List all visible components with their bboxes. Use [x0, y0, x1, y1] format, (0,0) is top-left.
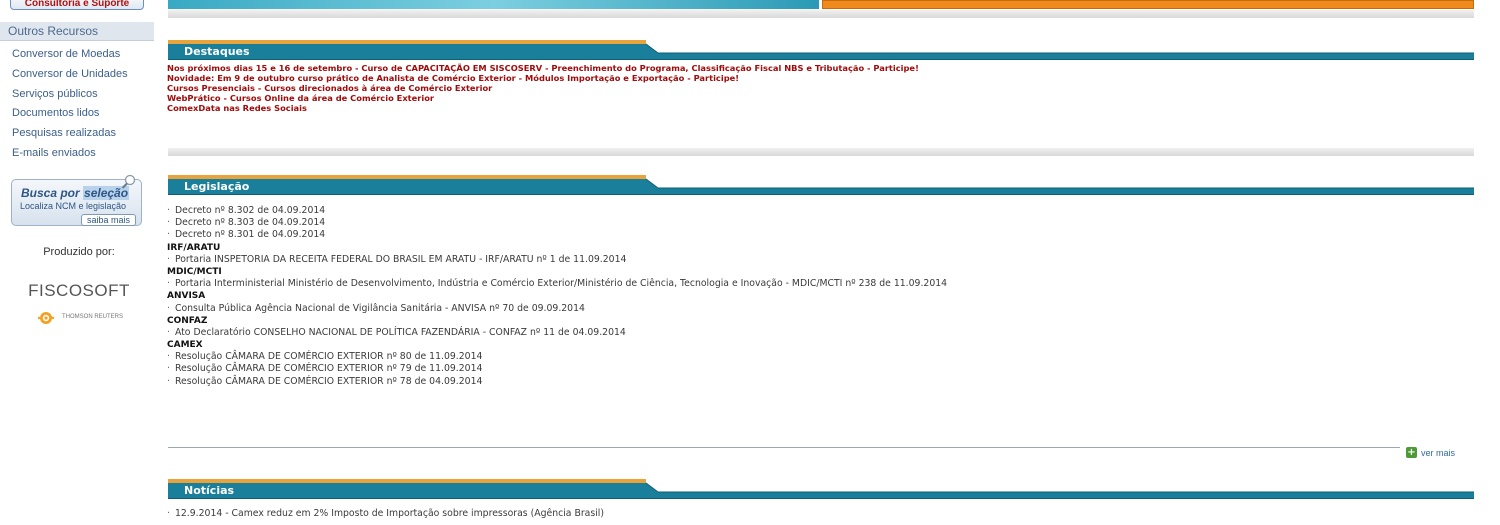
legislation-group-heading: CONFAZ	[167, 315, 208, 326]
news-link[interactable]: · 12.9.2014 - Camex reduz em 2% Imposto d…	[167, 508, 604, 519]
legislation-link[interactable]: · Decreto nº 8.303 de 04.09.2014	[167, 217, 1467, 229]
legislation-link[interactable]: · Consulta Pública Agência Nacional de Vi…	[167, 303, 1467, 315]
resource-link-read-documents[interactable]: Documentos lidos	[12, 104, 128, 124]
thomson-reuters-text: THOMSON REUTERS	[62, 314, 124, 320]
legislacao-separator	[168, 447, 1400, 448]
ver-mais-label: ver mais	[1421, 448, 1456, 458]
resource-link-sent-emails[interactable]: E-mails enviados	[12, 144, 128, 164]
destaque-link[interactable]: Cursos Presenciais - Cursos direcionados…	[167, 83, 919, 93]
busca-subtitle: Localiza NCM e legislação	[20, 201, 127, 211]
noticias-title: Notícias	[184, 484, 235, 497]
banner-right[interactable]	[822, 0, 1474, 9]
resource-link-public-services[interactable]: Serviços públicos	[12, 85, 128, 105]
banner-shadow	[168, 10, 1474, 18]
sidebar: Consultoria e Suporte Outros Recursos Co…	[0, 0, 158, 525]
destaques-title: Destaques	[184, 45, 250, 58]
legislation-group-heading: IRF/ARATU	[167, 242, 221, 253]
produced-by-label: Produzido por:	[43, 246, 115, 258]
fiscosoft-logo: FISCOSOFT	[28, 281, 130, 300]
legislation-link[interactable]: · Portaria INSPETORIA DA RECEITA FEDERAL …	[167, 254, 1467, 266]
saiba-mais-button[interactable]: saiba mais	[80, 214, 136, 226]
destaque-link[interactable]: ComexData nas Redes Sociais	[167, 103, 919, 113]
thomson-reuters-icon	[37, 312, 55, 324]
busca-title: Busca por seleção	[21, 186, 130, 200]
legislation-link[interactable]: · Decreto nº 8.301 de 04.09.2014	[167, 229, 1467, 241]
destaques-shadow	[168, 148, 1474, 156]
legislacao-list: · Decreto nº 8.302 de 04.09.2014 · Decreto…	[167, 205, 1467, 388]
legislation-link[interactable]: · Ato Declaratório CONSELHO NACIONAL DE P…	[167, 327, 1467, 339]
legislation-link[interactable]: · Resolução CÂMARA DE COMÉRCIO EXTERIOR n…	[167, 376, 1467, 388]
plus-icon: +	[1406, 447, 1417, 458]
section-tab-shape	[168, 175, 1474, 195]
support-button[interactable]: Consultoria e Suporte	[10, 0, 144, 10]
busca-selecao-banner[interactable]: Busca por seleção Localiza NCM e legisla…	[11, 174, 142, 226]
magnifier-icon	[121, 174, 136, 189]
destaque-link[interactable]: WebPrático - Cursos Online da área de Co…	[167, 93, 919, 103]
destaques-list: Nos próximos dias 15 e 16 de setembro - …	[167, 63, 919, 113]
resource-link-searches-made[interactable]: Pesquisas realizadas	[12, 124, 128, 144]
resource-link-unit-converter[interactable]: Conversor de Unidades	[12, 65, 128, 85]
destaques-header: Destaques	[168, 40, 1474, 60]
resources-header: Outros Recursos	[0, 22, 154, 41]
destaque-link[interactable]: Nos próximos dias 15 e 16 de setembro - …	[167, 63, 919, 73]
resources-list: Conversor de Moedas Conversor de Unidade…	[12, 45, 128, 164]
destaque-link[interactable]: Novidade: Em 9 de outubro curso prático …	[167, 73, 919, 83]
legislation-group-heading: CAMEX	[167, 340, 203, 351]
section-tab-shape	[168, 40, 1474, 60]
legislation-link[interactable]: · Resolução CÂMARA DE COMÉRCIO EXTERIOR n…	[167, 363, 1467, 375]
section-tab-shape	[168, 479, 1474, 499]
legislation-link[interactable]: · Resolução CÂMARA DE COMÉRCIO EXTERIOR n…	[167, 351, 1467, 363]
legislation-link[interactable]: · Portaria Interministerial Ministério de…	[167, 278, 1467, 290]
legislacao-header: Legislação	[168, 175, 1474, 195]
legislation-group-heading: ANVISA	[167, 291, 206, 302]
legislacao-title: Legislação	[184, 180, 250, 193]
resource-link-currency-converter[interactable]: Conversor de Moedas	[12, 45, 128, 65]
banner-left[interactable]	[168, 0, 819, 9]
legislation-link[interactable]: · Decreto nº 8.302 de 04.09.2014	[167, 205, 1467, 217]
legislation-group-heading: MDIC/MCTI	[167, 266, 222, 277]
noticias-header: Notícias	[168, 479, 1474, 499]
